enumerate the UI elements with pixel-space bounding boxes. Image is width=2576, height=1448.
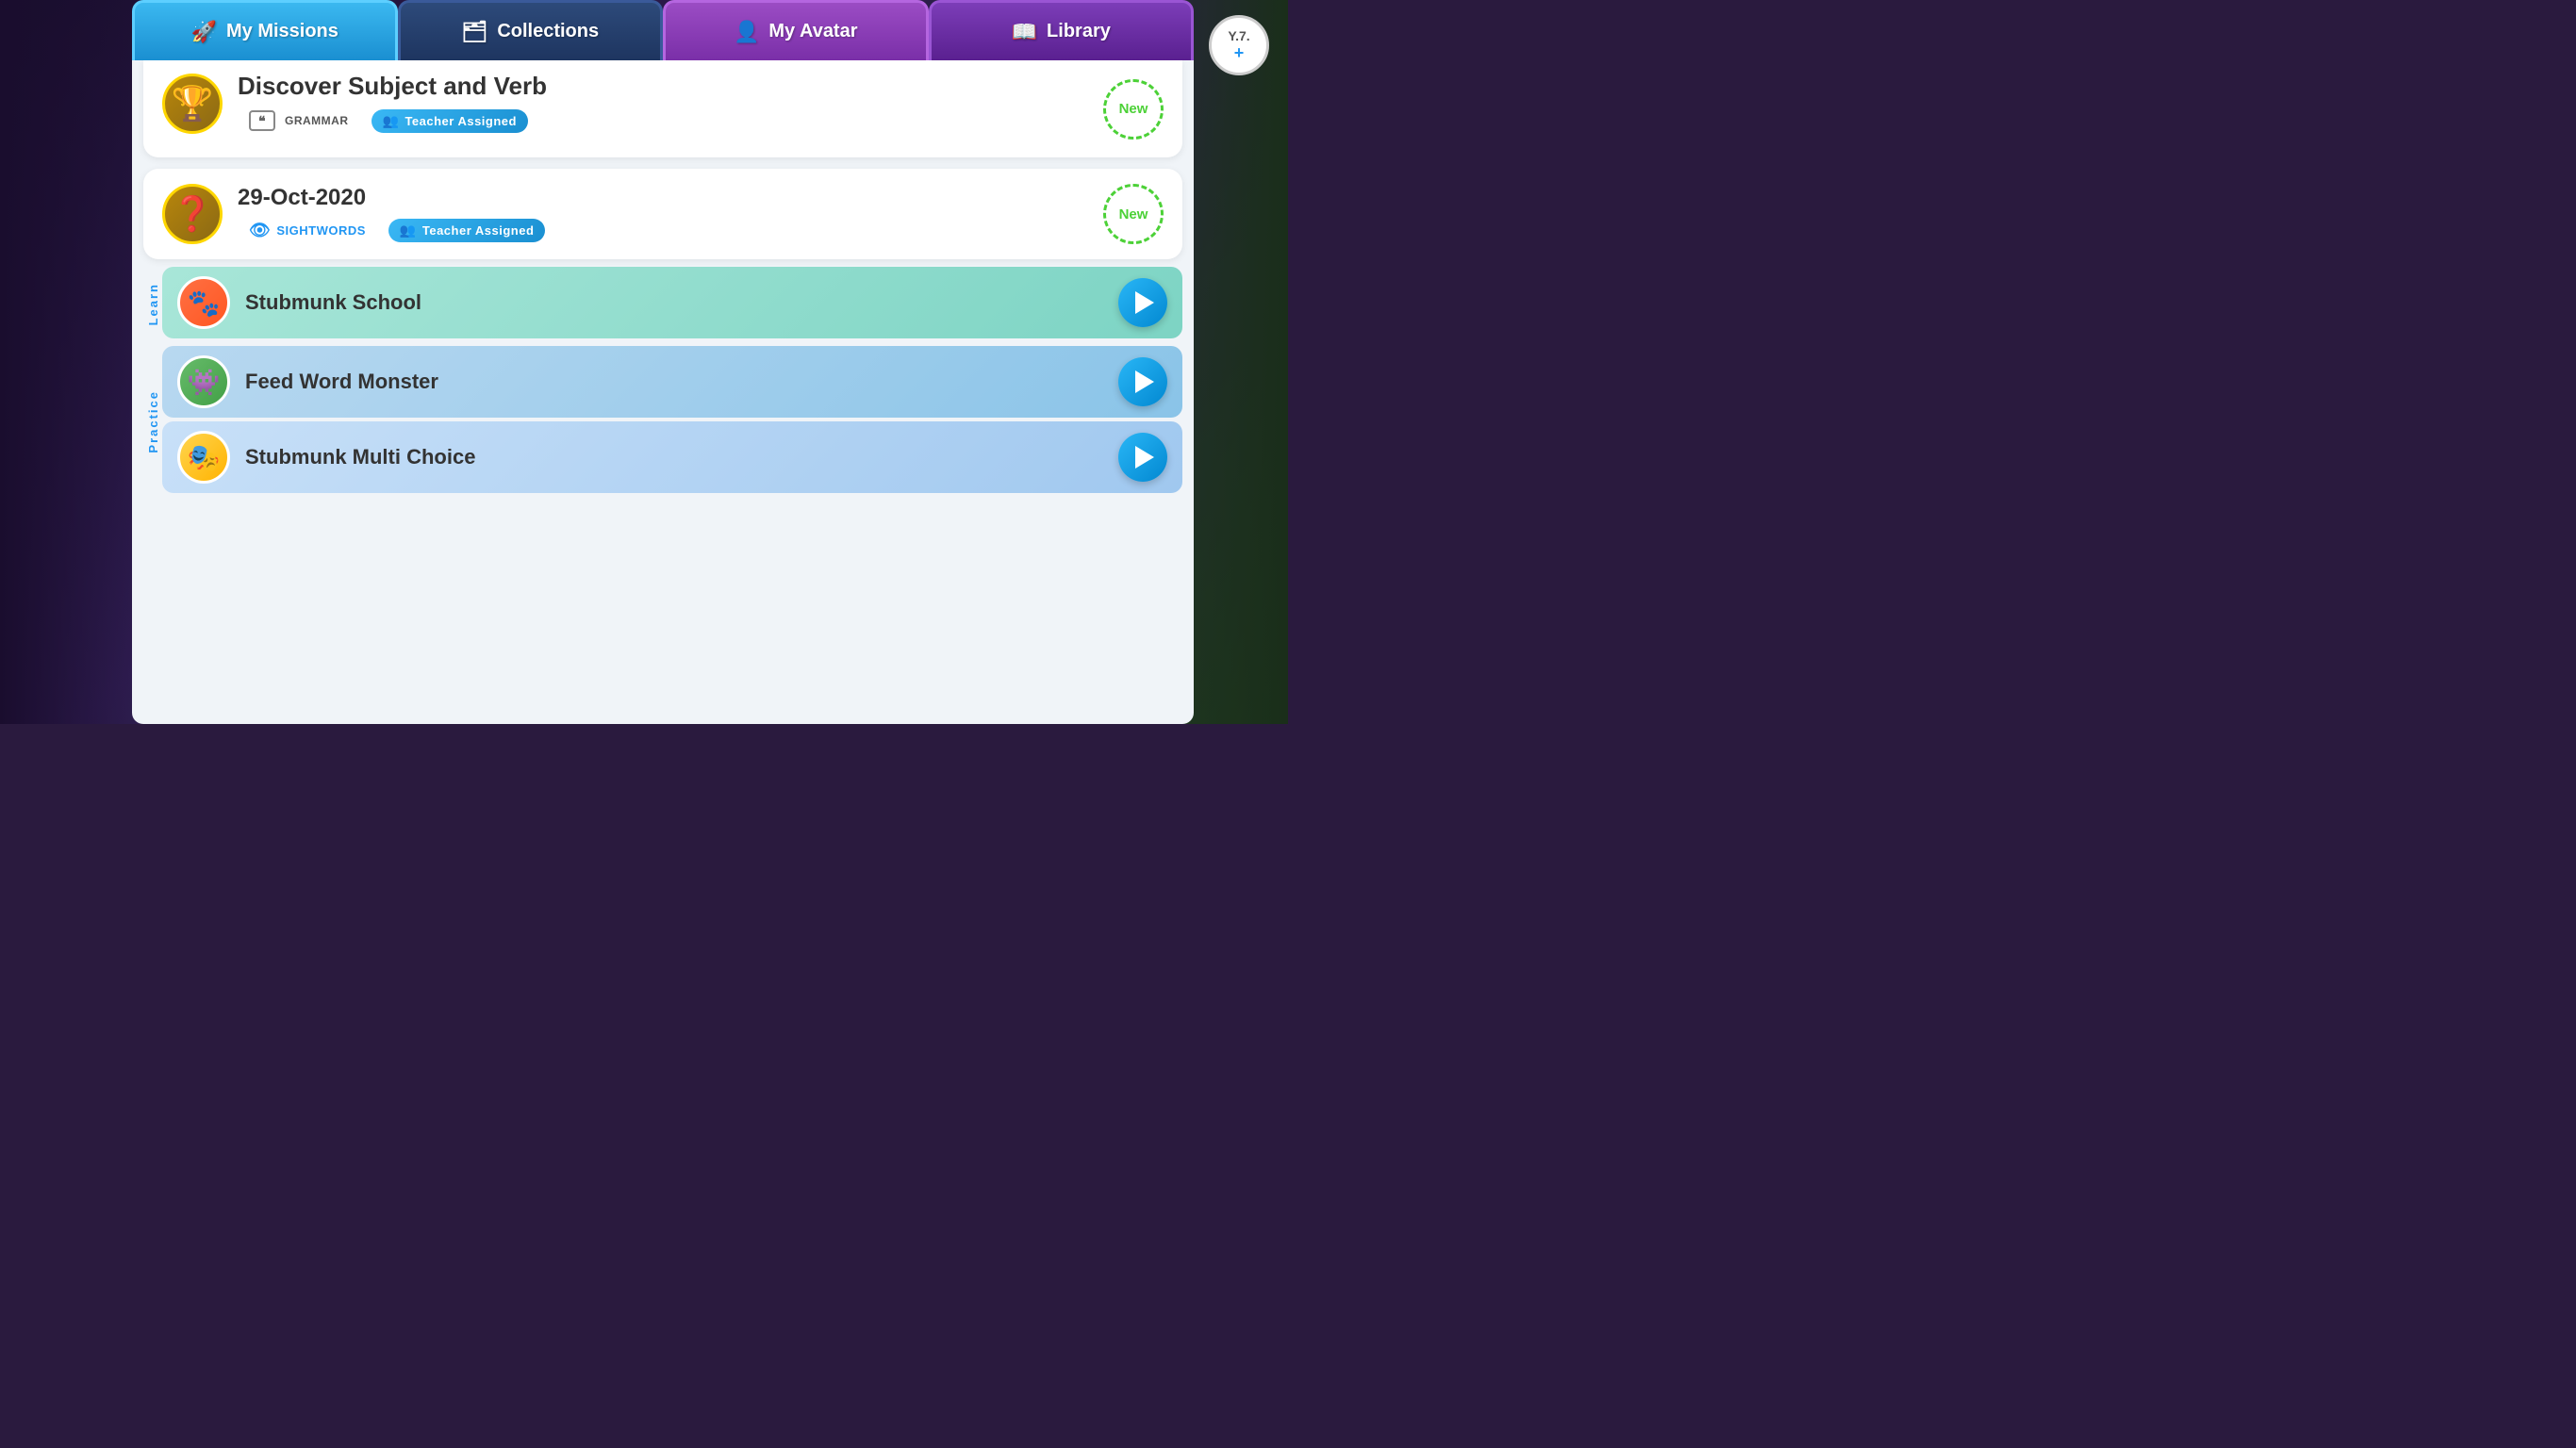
main-card-icon: ❓: [162, 184, 223, 244]
partial-card-header: 🏆 Discover Subject and Verb ❝ GRAMMAR 👥 …: [162, 72, 1164, 135]
learn-section-label: Learn: [146, 283, 160, 325]
scroll-area[interactable]: 🏆 Discover Subject and Verb ❝ GRAMMAR 👥 …: [132, 60, 1194, 724]
main-mission-card: ❓ 29-Oct-2020 👁 SIGHTWORDS 👥 Teacher Ass…: [143, 169, 1182, 259]
avatar-icon: 👤: [734, 20, 759, 44]
tab-library[interactable]: 📖 Library: [929, 0, 1195, 60]
tab-my-missions-label: My Missions: [226, 21, 339, 42]
play-feed-word-monster[interactable]: [1118, 357, 1167, 406]
stubmunk-multi-choice-icon: 🎭: [177, 431, 230, 484]
practice-section: Practice 👾 Feed Word Monster 🎭 Stubmunk …: [143, 346, 1182, 497]
new-badge-main: New: [1103, 184, 1164, 244]
play-stubmunk-school[interactable]: [1118, 278, 1167, 327]
main-card-meta: 👁 SIGHTWORDS 👥 Teacher Assigned: [238, 217, 1164, 244]
learn-section: Learn 🐾 Stubmunk School: [143, 267, 1182, 342]
library-icon: 📖: [1012, 20, 1037, 44]
nav-tabs: 🚀 My Missions 🗂 Collections 👤 My Avatar …: [132, 0, 1194, 60]
partial-card-info: Discover Subject and Verb ❝ GRAMMAR 👥 Te…: [238, 72, 1164, 135]
stubmunk-school-icon: 🐾: [177, 276, 230, 329]
stubmunk-multi-choice-name: Stubmunk Multi Choice: [245, 445, 1118, 469]
partial-mission-card: 🏆 Discover Subject and Verb ❝ GRAMMAR 👥 …: [143, 60, 1182, 157]
main-card-date: 29-Oct-2020: [238, 185, 1164, 211]
practice-label-container: Practice: [143, 346, 162, 497]
main-card-header: ❓ 29-Oct-2020 👁 SIGHTWORDS 👥 Teacher Ass…: [162, 184, 1164, 244]
practice-section-label: Practice: [146, 390, 160, 453]
sightwords-badge: 👁 SIGHTWORDS: [238, 217, 377, 244]
grammar-label: GRAMMAR: [285, 114, 349, 127]
partial-card-title: Discover Subject and Verb: [238, 72, 1164, 101]
stubmunk-school-name: Stubmunk School: [245, 290, 1118, 315]
play-triangle-2: [1135, 370, 1154, 393]
play-triangle-1: [1135, 291, 1154, 314]
teacher-icon-main: 👥: [400, 222, 417, 239]
grammar-icon: ❝: [249, 110, 275, 131]
new-badge-label-main: New: [1119, 206, 1148, 222]
partial-card-meta: ❝ GRAMMAR 👥 Teacher Assigned: [238, 107, 1164, 135]
learn-activities: 🐾 Stubmunk School: [162, 267, 1182, 342]
feed-word-monster-name: Feed Word Monster: [245, 370, 1118, 394]
activity-feed-word-monster[interactable]: 👾 Feed Word Monster: [162, 346, 1182, 418]
teacher-icon-partial: 👥: [383, 113, 400, 129]
collections-icon: 🗂: [461, 20, 487, 44]
tab-my-avatar[interactable]: 👤 My Avatar: [663, 0, 929, 60]
tab-my-missions[interactable]: 🚀 My Missions: [132, 0, 398, 60]
teacher-assigned-label-main: Teacher Assigned: [422, 223, 535, 238]
teacher-assigned-label-partial: Teacher Assigned: [405, 114, 517, 128]
new-badge-label-partial: New: [1119, 101, 1148, 117]
activity-stubmunk-multi-choice[interactable]: 🎭 Stubmunk Multi Choice: [162, 421, 1182, 493]
bg-left-decoration: [0, 0, 132, 724]
tab-my-avatar-label: My Avatar: [768, 21, 857, 42]
main-content: 🚀 My Missions 🗂 Collections 👤 My Avatar …: [132, 0, 1194, 724]
tab-collections[interactable]: 🗂 Collections: [398, 0, 664, 60]
practice-activities: 👾 Feed Word Monster 🎭 Stubmunk Multi Cho…: [162, 346, 1182, 497]
teacher-assigned-badge-main: 👥 Teacher Assigned: [388, 219, 545, 242]
tab-collections-label: Collections: [497, 21, 599, 42]
sightwords-label: SIGHTWORDS: [276, 223, 366, 238]
play-triangle-3: [1135, 446, 1154, 469]
user-plus: +: [1234, 43, 1245, 63]
eye-icon: 👁: [249, 221, 271, 240]
activity-stubmunk-school[interactable]: 🐾 Stubmunk School: [162, 267, 1182, 338]
new-badge-partial: New: [1103, 79, 1164, 140]
play-stubmunk-multi-choice[interactable]: [1118, 433, 1167, 482]
user-avatar[interactable]: Y.7. +: [1209, 15, 1269, 75]
partial-card-icon: 🏆: [162, 74, 223, 134]
tab-library-label: Library: [1047, 21, 1111, 42]
teacher-assigned-badge-partial: 👥 Teacher Assigned: [372, 109, 528, 133]
main-card-info: 29-Oct-2020 👁 SIGHTWORDS 👥 Teacher Assig…: [238, 185, 1164, 244]
feed-word-monster-icon: 👾: [177, 355, 230, 408]
grammar-badge: ❝ GRAMMAR: [238, 107, 360, 135]
user-label: Y.7.: [1228, 28, 1249, 43]
missions-icon: 🚀: [191, 20, 217, 44]
learn-label-container: Learn: [143, 267, 162, 342]
